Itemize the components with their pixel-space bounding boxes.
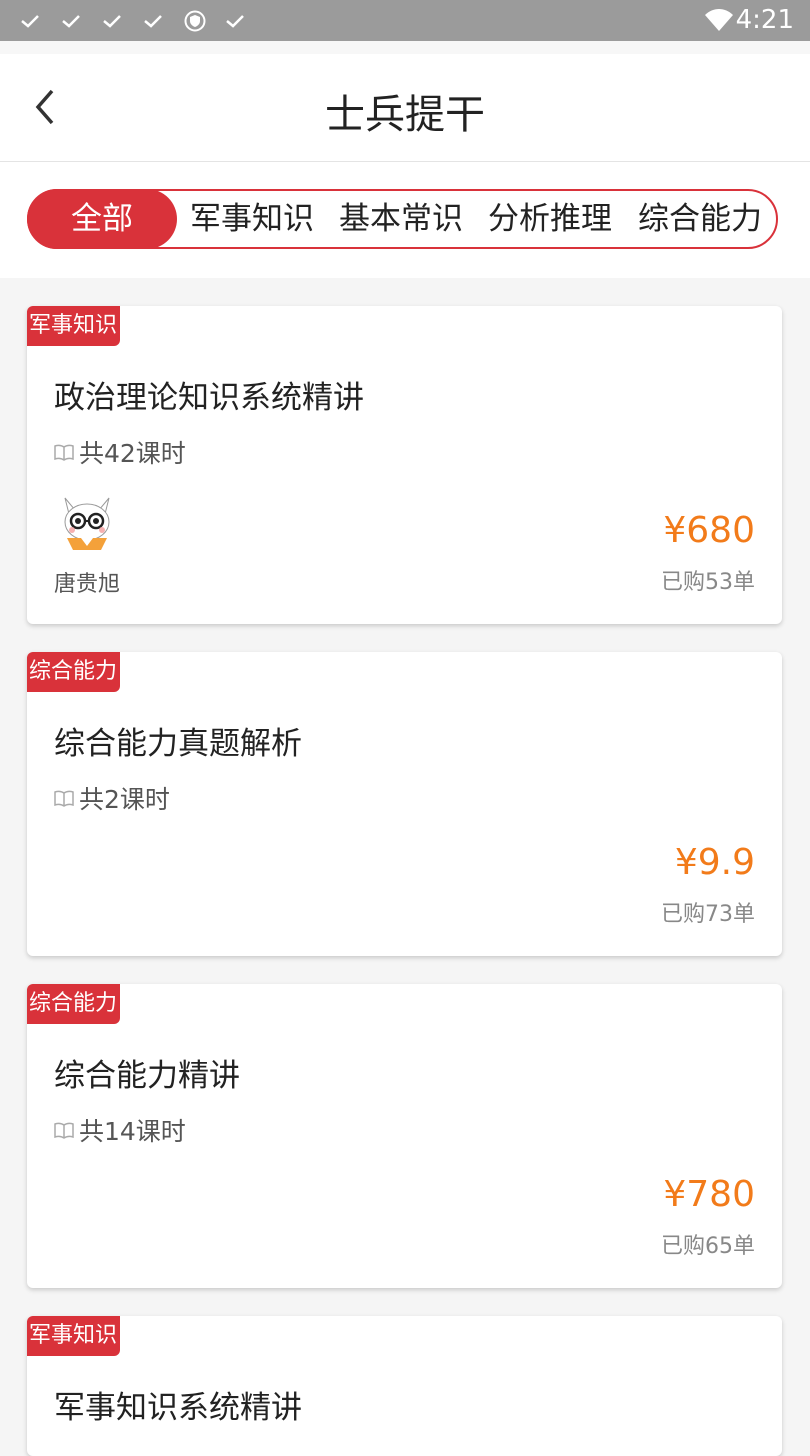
teacher-avatar <box>57 492 117 554</box>
category-tag: 综合能力 <box>27 652 121 692</box>
status-time: 4:21 <box>735 5 794 35</box>
course-card[interactable]: 综合能力 综合能力真题解析 共2课时 ¥9.9 已购73单 <box>27 652 782 956</box>
category-tag: 军事知识 <box>27 306 121 346</box>
check-icon <box>20 8 61 34</box>
course-title: 政治理论知识系统精讲 <box>54 380 364 416</box>
course-title: 军事知识系统精讲 <box>54 1390 302 1426</box>
lesson-count: 共42课时 <box>53 434 186 470</box>
category-tag: 综合能力 <box>27 984 121 1024</box>
tab-military-knowledge[interactable]: 军事知识 <box>190 189 314 249</box>
course-card[interactable]: 军事知识 军事知识系统精讲 <box>27 1316 782 1456</box>
sold-count: 已购65单 <box>661 1234 755 1259</box>
check-icon <box>102 8 143 34</box>
lesson-count: 共14课时 <box>53 1112 186 1148</box>
check-icon <box>61 8 102 34</box>
category-filter-bar: 全部 军事知识 基本常识 分析推理 综合能力 <box>27 189 778 249</box>
course-title: 综合能力精讲 <box>54 1058 240 1094</box>
sold-count: 已购53单 <box>661 570 755 595</box>
tab-all[interactable]: 全部 <box>27 189 177 249</box>
lesson-count-text: 共14课时 <box>79 1117 186 1146</box>
shield-icon <box>184 8 225 34</box>
wifi-icon <box>704 8 734 32</box>
course-price: ¥680 <box>663 510 755 551</box>
check-icon <box>143 8 184 34</box>
course-card[interactable]: 综合能力 综合能力精讲 共14课时 ¥780 已购65单 <box>27 984 782 1288</box>
app-bar: 士兵提干 <box>0 54 810 162</box>
check-icon <box>225 8 266 34</box>
lesson-count: 共2课时 <box>53 780 170 816</box>
course-card[interactable]: 军事知识 政治理论知识系统精讲 共42课时 唐贵旭 ¥680 已购53单 <box>27 306 782 624</box>
course-price: ¥9.9 <box>674 842 755 883</box>
status-gap <box>0 41 810 54</box>
category-tag: 军事知识 <box>27 1316 121 1356</box>
lesson-count-text: 共42课时 <box>79 439 186 468</box>
status-bar: 4:21 <box>0 0 810 41</box>
notification-icons <box>20 8 266 34</box>
course-title: 综合能力真题解析 <box>54 726 302 762</box>
book-icon <box>54 1122 74 1139</box>
book-icon <box>54 444 74 461</box>
teacher-name: 唐贵旭 <box>54 572 121 597</box>
sold-count: 已购73单 <box>661 902 755 927</box>
lesson-count-text: 共2课时 <box>79 785 170 814</box>
page-title: 士兵提干 <box>325 92 485 138</box>
filter-section: 全部 军事知识 基本常识 分析推理 综合能力 <box>0 162 810 278</box>
book-icon <box>54 790 74 807</box>
tab-analysis-reasoning[interactable]: 分析推理 <box>488 189 612 249</box>
tab-basic-knowledge[interactable]: 基本常识 <box>339 189 463 249</box>
tab-comprehensive-ability[interactable]: 综合能力 <box>638 189 762 249</box>
course-price: ¥780 <box>663 1174 755 1215</box>
